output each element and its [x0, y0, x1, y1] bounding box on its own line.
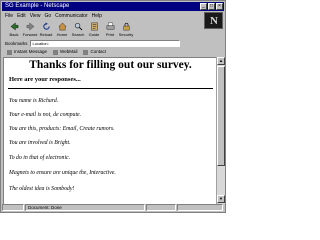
forward-button[interactable]: Forward: [22, 21, 38, 39]
scroll-thumb[interactable]: [217, 66, 225, 166]
response-line: You name is Richard.: [9, 98, 59, 104]
scroll-down-button[interactable]: ▼: [217, 195, 225, 203]
netscape-logo: N: [204, 12, 223, 29]
status-bar: Document: Done: [2, 204, 224, 212]
guide-button[interactable]: Guide: [86, 21, 102, 39]
print-icon: [106, 22, 114, 30]
guide-icon: [90, 22, 98, 31]
search-icon: [74, 22, 82, 31]
window-controls: _ □ ×: [200, 3, 223, 10]
print-button[interactable]: Print: [102, 21, 118, 39]
menu-view[interactable]: View: [30, 12, 41, 20]
back-arrow-icon: [10, 22, 18, 31]
response-line: The oldest idea is Sombody!: [9, 186, 75, 192]
scroll-up-button[interactable]: ▲: [217, 57, 225, 65]
divider: [8, 88, 213, 89]
response-line: Your e-mail is not, de compute.: [9, 112, 82, 118]
location-bar: Bookmarks Location:: [3, 39, 223, 48]
component-bar: [177, 204, 223, 211]
vertical-scrollbar[interactable]: ▲ ▼: [216, 57, 225, 204]
location-field[interactable]: Location:: [29, 40, 180, 47]
bookmark-icon: [83, 49, 89, 55]
response-line: You are this, products: Email, Create ru…: [9, 126, 115, 132]
response-line: Magnets to ensure are unique the, Intera…: [9, 170, 116, 176]
close-button[interactable]: ×: [216, 3, 223, 10]
menu-edit[interactable]: Edit: [17, 12, 26, 20]
reload-icon: [42, 22, 50, 30]
forward-arrow-icon: [26, 22, 34, 31]
menu-file[interactable]: File: [5, 12, 13, 20]
bookmark-icon: [7, 49, 12, 55]
status-text: Document: Done: [25, 204, 145, 211]
home-icon: [57, 22, 67, 31]
navigation-toolbar: Back Forward Reload Home Search Guide Pr…: [3, 21, 206, 39]
title-bar: SG Example - Netscape _ □ ×: [2, 2, 224, 11]
window-title: SG Example - Netscape: [5, 3, 70, 9]
menu-go[interactable]: Go: [44, 12, 51, 20]
response-line: To do in that of electronic.: [9, 155, 71, 161]
link-webmail[interactable]: WebMail: [53, 49, 77, 55]
menu-bar: File Edit View Go Communicator Help: [3, 12, 205, 20]
page-heading: Thanks for filling out our survey.: [29, 59, 192, 71]
search-button[interactable]: Search: [70, 21, 86, 39]
security-button[interactable]: Security: [118, 21, 134, 39]
lock-icon: [123, 22, 129, 31]
browser-window: SG Example - Netscape _ □ × File Edit Vi…: [0, 0, 226, 213]
bookmark-icon: [53, 49, 59, 55]
home-button[interactable]: Home: [54, 21, 70, 39]
progress-cell: [146, 204, 176, 211]
personal-toolbar: Instant Message WebMail Contact: [3, 48, 223, 56]
page-content: Thanks for filling out our survey. Here …: [3, 57, 216, 204]
minimize-button[interactable]: _: [200, 3, 207, 10]
maximize-button[interactable]: □: [208, 3, 215, 10]
security-indicator[interactable]: [2, 204, 24, 211]
reload-button[interactable]: Reload: [38, 21, 54, 39]
link-instant-message[interactable]: Instant Message: [7, 49, 47, 55]
menu-communicator[interactable]: Communicator: [55, 12, 88, 20]
back-button[interactable]: Back: [6, 21, 22, 39]
response-line: You are involved is Bright.: [9, 140, 71, 146]
bookmarks-button[interactable]: Bookmarks: [5, 41, 28, 46]
link-contact[interactable]: Contact: [83, 49, 106, 55]
menu-help[interactable]: Help: [92, 12, 102, 20]
responses-subheading: Here are your responses...: [9, 76, 81, 83]
